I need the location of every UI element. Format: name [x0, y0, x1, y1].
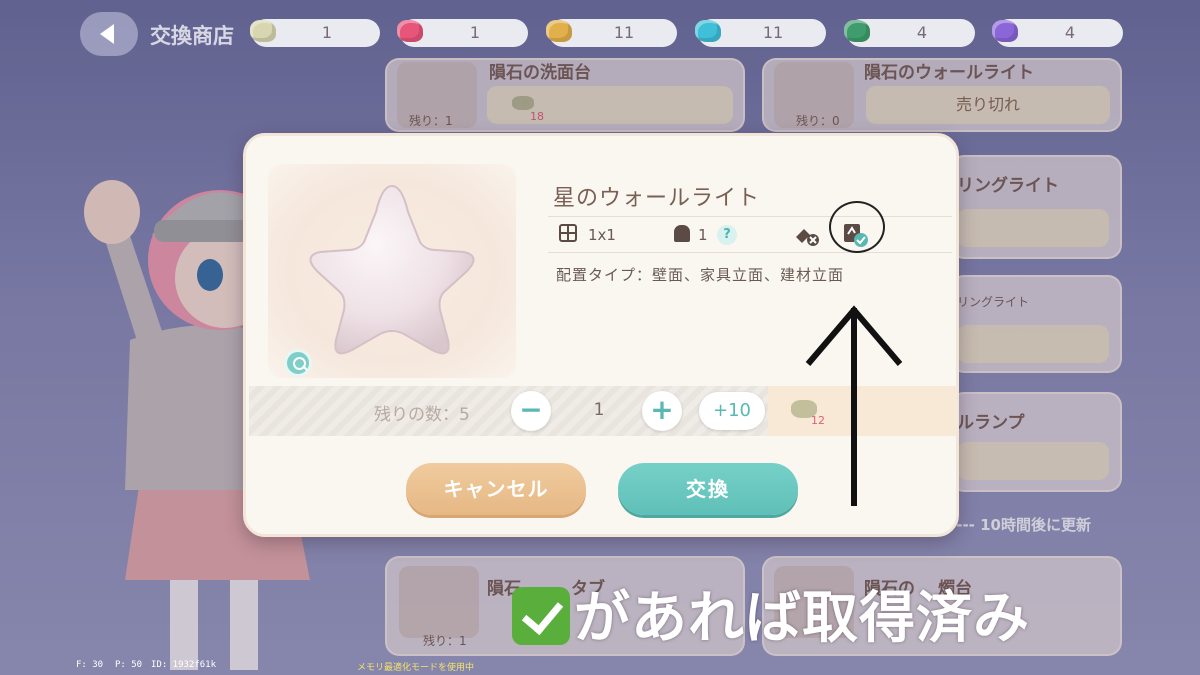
resource-count: 4	[1064, 23, 1076, 42]
resource-count: 11	[613, 23, 635, 42]
back-button[interactable]	[80, 12, 138, 56]
gray-meteorite-icon	[250, 20, 276, 42]
placement-type: 配置タイプ：壁面、家具立面、建材立面	[556, 266, 845, 284]
annotation-arrow	[805, 305, 903, 506]
page-title: 交換商店	[150, 24, 234, 48]
star-wall-light-image	[309, 184, 475, 355]
zoom-icon[interactable]	[284, 349, 312, 377]
resource-count: 11	[762, 23, 784, 42]
check-mark-icon	[512, 587, 570, 645]
quantity-value[interactable]: 1	[584, 400, 614, 420]
annotation-caption: があれば取得済み	[512, 573, 1030, 654]
gold-meteorite-icon	[546, 20, 572, 42]
decrease-button[interactable]: −	[511, 391, 551, 431]
annotation-text: があれば取得済み	[574, 586, 1030, 651]
annotation-circle	[829, 201, 885, 253]
pink-meteorite-icon	[397, 20, 423, 42]
divider	[548, 216, 952, 217]
cancel-button[interactable]: キャンセル	[406, 463, 586, 515]
back-arrow-icon	[100, 24, 114, 44]
item-name: 星のウォールライト	[553, 186, 761, 211]
session-id: ID: 1932f61k	[151, 660, 217, 670]
grid-size-icon	[559, 224, 577, 242]
cyan-meteorite-icon	[695, 20, 721, 42]
help-icon[interactable]: ?	[717, 225, 737, 245]
increase-ten-button[interactable]: +10	[699, 392, 765, 430]
fps-readout: F: 30	[76, 660, 104, 670]
purple-meteorite-icon	[992, 20, 1018, 42]
increase-button[interactable]: +	[642, 391, 682, 431]
item-preview	[268, 164, 516, 378]
not-tradable-icon	[796, 229, 819, 246]
resource-count: 1	[469, 23, 481, 42]
divider	[548, 252, 952, 253]
ping-readout: P: 50	[115, 660, 143, 670]
remaining-count: 残りの数：5	[374, 405, 470, 425]
resource-count: 1	[321, 23, 333, 42]
exchange-button[interactable]: 交換	[618, 463, 798, 515]
green-meteorite-icon	[844, 20, 870, 42]
resource-count: 4	[916, 23, 928, 42]
item-people: 1	[698, 226, 708, 244]
item-size: 1x1	[588, 226, 616, 244]
people-icon	[674, 225, 690, 242]
memory-mode-notice: メモリ最適化モードを使用中	[357, 663, 475, 673]
